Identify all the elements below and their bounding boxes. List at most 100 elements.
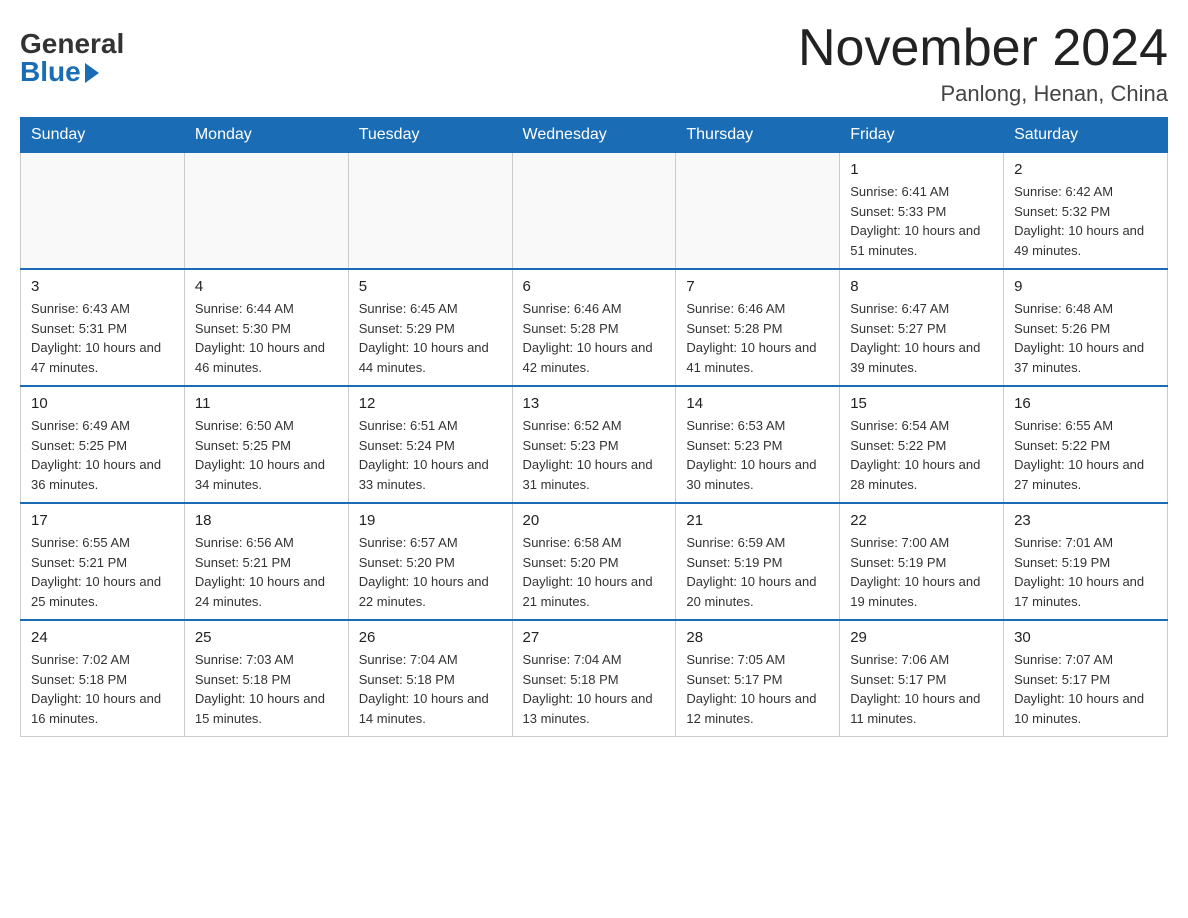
logo: General Blue xyxy=(20,20,124,86)
day-number: 14 xyxy=(686,395,829,412)
day-info: Sunrise: 6:51 AMSunset: 5:24 PMDaylight:… xyxy=(359,416,502,494)
calendar-cell: 11 Sunrise: 6:50 AMSunset: 5:25 PMDayligh… xyxy=(184,386,348,503)
day-info: Sunrise: 6:56 AMSunset: 5:21 PMDaylight:… xyxy=(195,533,338,611)
calendar-cell: 12 Sunrise: 6:51 AMSunset: 5:24 PMDayligh… xyxy=(348,386,512,503)
title-block: November 2024 Panlong, Henan, China xyxy=(798,20,1168,107)
day-number: 26 xyxy=(359,629,502,646)
day-number: 22 xyxy=(850,512,993,529)
calendar-cell: 8Sunrise: 6:47 AMSunset: 5:27 PMDaylight… xyxy=(840,269,1004,386)
day-info: Sunrise: 6:43 AMSunset: 5:31 PMDaylight:… xyxy=(31,299,174,377)
calendar-cell: 24Sunrise: 7:02 AMSunset: 5:18 PMDayligh… xyxy=(21,620,185,737)
calendar-week-row: 1 Sunrise: 6:41 AMSunset: 5:33 PMDaylight… xyxy=(21,153,1168,270)
day-info: Sunrise: 6:58 AMSunset: 5:20 PMDaylight:… xyxy=(523,533,666,611)
logo-arrow-icon xyxy=(85,63,99,83)
calendar-cell xyxy=(348,153,512,270)
day-number: 18 xyxy=(195,512,338,529)
calendar-cell: 9Sunrise: 6:48 AMSunset: 5:26 PMDaylight… xyxy=(1004,269,1168,386)
calendar-cell: 13 Sunrise: 6:52 AMSunset: 5:23 PMDayligh… xyxy=(512,386,676,503)
calendar-cell: 30Sunrise: 7:07 AMSunset: 5:17 PMDayligh… xyxy=(1004,620,1168,737)
day-info: Sunrise: 6:52 AMSunset: 5:23 PMDaylight:… xyxy=(523,416,666,494)
calendar-cell: 22 Sunrise: 7:00 AMSunset: 5:19 PMDayligh… xyxy=(840,503,1004,620)
day-number: 23 xyxy=(1014,512,1157,529)
calendar-cell: 16 Sunrise: 6:55 AMSunset: 5:22 PMDayligh… xyxy=(1004,386,1168,503)
day-info: Sunrise: 6:42 AMSunset: 5:32 PMDaylight:… xyxy=(1014,182,1157,260)
page-header: General Blue November 2024 Panlong, Hena… xyxy=(20,20,1168,107)
day-number: 16 xyxy=(1014,395,1157,412)
calendar-cell xyxy=(512,153,676,270)
day-info: Sunrise: 6:57 AMSunset: 5:20 PMDaylight:… xyxy=(359,533,502,611)
day-info: Sunrise: 7:02 AMSunset: 5:18 PMDaylight:… xyxy=(31,650,174,728)
calendar-cell xyxy=(21,153,185,270)
day-info: Sunrise: 6:55 AMSunset: 5:22 PMDaylight:… xyxy=(1014,416,1157,494)
calendar-cell xyxy=(676,153,840,270)
day-info: Sunrise: 7:06 AMSunset: 5:17 PMDaylight:… xyxy=(850,650,993,728)
day-number: 12 xyxy=(359,395,502,412)
calendar-week-row: 17Sunrise: 6:55 AMSunset: 5:21 PMDayligh… xyxy=(21,503,1168,620)
day-number: 21 xyxy=(686,512,829,529)
day-info: Sunrise: 6:41 AMSunset: 5:33 PMDaylight:… xyxy=(850,182,993,260)
calendar-day-header: Wednesday xyxy=(512,118,676,153)
day-number: 15 xyxy=(850,395,993,412)
day-number: 27 xyxy=(523,629,666,646)
day-number: 8 xyxy=(850,278,993,295)
calendar-cell: 20 Sunrise: 6:58 AMSunset: 5:20 PMDayligh… xyxy=(512,503,676,620)
calendar-week-row: 10 Sunrise: 6:49 AMSunset: 5:25 PMDayligh… xyxy=(21,386,1168,503)
calendar-day-header: Sunday xyxy=(21,118,185,153)
logo-general-text: General xyxy=(20,30,124,58)
day-number: 6 xyxy=(523,278,666,295)
day-info: Sunrise: 7:00 AMSunset: 5:19 PMDaylight:… xyxy=(850,533,993,611)
calendar-cell: 29 Sunrise: 7:06 AMSunset: 5:17 PMDayligh… xyxy=(840,620,1004,737)
day-info: Sunrise: 7:05 AMSunset: 5:17 PMDaylight:… xyxy=(686,650,829,728)
day-number: 10 xyxy=(31,395,174,412)
calendar-cell: 1 Sunrise: 6:41 AMSunset: 5:33 PMDaylight… xyxy=(840,153,1004,270)
calendar-day-header: Thursday xyxy=(676,118,840,153)
day-info: Sunrise: 6:49 AMSunset: 5:25 PMDaylight:… xyxy=(31,416,174,494)
day-number: 7 xyxy=(686,278,829,295)
day-number: 29 xyxy=(850,629,993,646)
day-number: 1 xyxy=(850,161,993,178)
day-number: 28 xyxy=(686,629,829,646)
day-number: 13 xyxy=(523,395,666,412)
calendar-day-header: Tuesday xyxy=(348,118,512,153)
calendar-cell: 3 Sunrise: 6:43 AMSunset: 5:31 PMDaylight… xyxy=(21,269,185,386)
day-info: Sunrise: 7:04 AMSunset: 5:18 PMDaylight:… xyxy=(359,650,502,728)
day-info: Sunrise: 6:59 AMSunset: 5:19 PMDaylight:… xyxy=(686,533,829,611)
calendar-cell: 17Sunrise: 6:55 AMSunset: 5:21 PMDayligh… xyxy=(21,503,185,620)
calendar-cell: 25Sunrise: 7:03 AMSunset: 5:18 PMDayligh… xyxy=(184,620,348,737)
logo-blue-text: Blue xyxy=(20,58,99,86)
calendar-table: SundayMondayTuesdayWednesdayThursdayFrid… xyxy=(20,117,1168,737)
calendar-cell: 19Sunrise: 6:57 AMSunset: 5:20 PMDayligh… xyxy=(348,503,512,620)
calendar-cell: 21 Sunrise: 6:59 AMSunset: 5:19 PMDayligh… xyxy=(676,503,840,620)
day-info: Sunrise: 6:50 AMSunset: 5:25 PMDaylight:… xyxy=(195,416,338,494)
day-info: Sunrise: 6:53 AMSunset: 5:23 PMDaylight:… xyxy=(686,416,829,494)
day-number: 17 xyxy=(31,512,174,529)
calendar-cell: 14 Sunrise: 6:53 AMSunset: 5:23 PMDayligh… xyxy=(676,386,840,503)
day-number: 2 xyxy=(1014,161,1157,178)
calendar-cell: 27 Sunrise: 7:04 AMSunset: 5:18 PMDayligh… xyxy=(512,620,676,737)
calendar-cell: 23 Sunrise: 7:01 AMSunset: 5:19 PMDayligh… xyxy=(1004,503,1168,620)
day-number: 9 xyxy=(1014,278,1157,295)
day-number: 11 xyxy=(195,395,338,412)
day-number: 3 xyxy=(31,278,174,295)
calendar-header-row: SundayMondayTuesdayWednesdayThursdayFrid… xyxy=(21,118,1168,153)
calendar-cell: 4Sunrise: 6:44 AMSunset: 5:30 PMDaylight… xyxy=(184,269,348,386)
calendar-cell: 10 Sunrise: 6:49 AMSunset: 5:25 PMDayligh… xyxy=(21,386,185,503)
day-info: Sunrise: 6:46 AMSunset: 5:28 PMDaylight:… xyxy=(686,299,829,377)
calendar-cell: 26 Sunrise: 7:04 AMSunset: 5:18 PMDayligh… xyxy=(348,620,512,737)
calendar-week-row: 3 Sunrise: 6:43 AMSunset: 5:31 PMDaylight… xyxy=(21,269,1168,386)
day-number: 5 xyxy=(359,278,502,295)
day-info: Sunrise: 7:01 AMSunset: 5:19 PMDaylight:… xyxy=(1014,533,1157,611)
day-info: Sunrise: 6:54 AMSunset: 5:22 PMDaylight:… xyxy=(850,416,993,494)
calendar-day-header: Friday xyxy=(840,118,1004,153)
calendar-cell: 7 Sunrise: 6:46 AMSunset: 5:28 PMDaylight… xyxy=(676,269,840,386)
day-info: Sunrise: 6:44 AMSunset: 5:30 PMDaylight:… xyxy=(195,299,338,377)
calendar-cell xyxy=(184,153,348,270)
day-info: Sunrise: 6:46 AMSunset: 5:28 PMDaylight:… xyxy=(523,299,666,377)
calendar-day-header: Monday xyxy=(184,118,348,153)
day-info: Sunrise: 6:45 AMSunset: 5:29 PMDaylight:… xyxy=(359,299,502,377)
calendar-cell: 6 Sunrise: 6:46 AMSunset: 5:28 PMDaylight… xyxy=(512,269,676,386)
calendar-cell: 18 Sunrise: 6:56 AMSunset: 5:21 PMDayligh… xyxy=(184,503,348,620)
day-info: Sunrise: 7:07 AMSunset: 5:17 PMDaylight:… xyxy=(1014,650,1157,728)
day-number: 20 xyxy=(523,512,666,529)
day-info: Sunrise: 7:04 AMSunset: 5:18 PMDaylight:… xyxy=(523,650,666,728)
